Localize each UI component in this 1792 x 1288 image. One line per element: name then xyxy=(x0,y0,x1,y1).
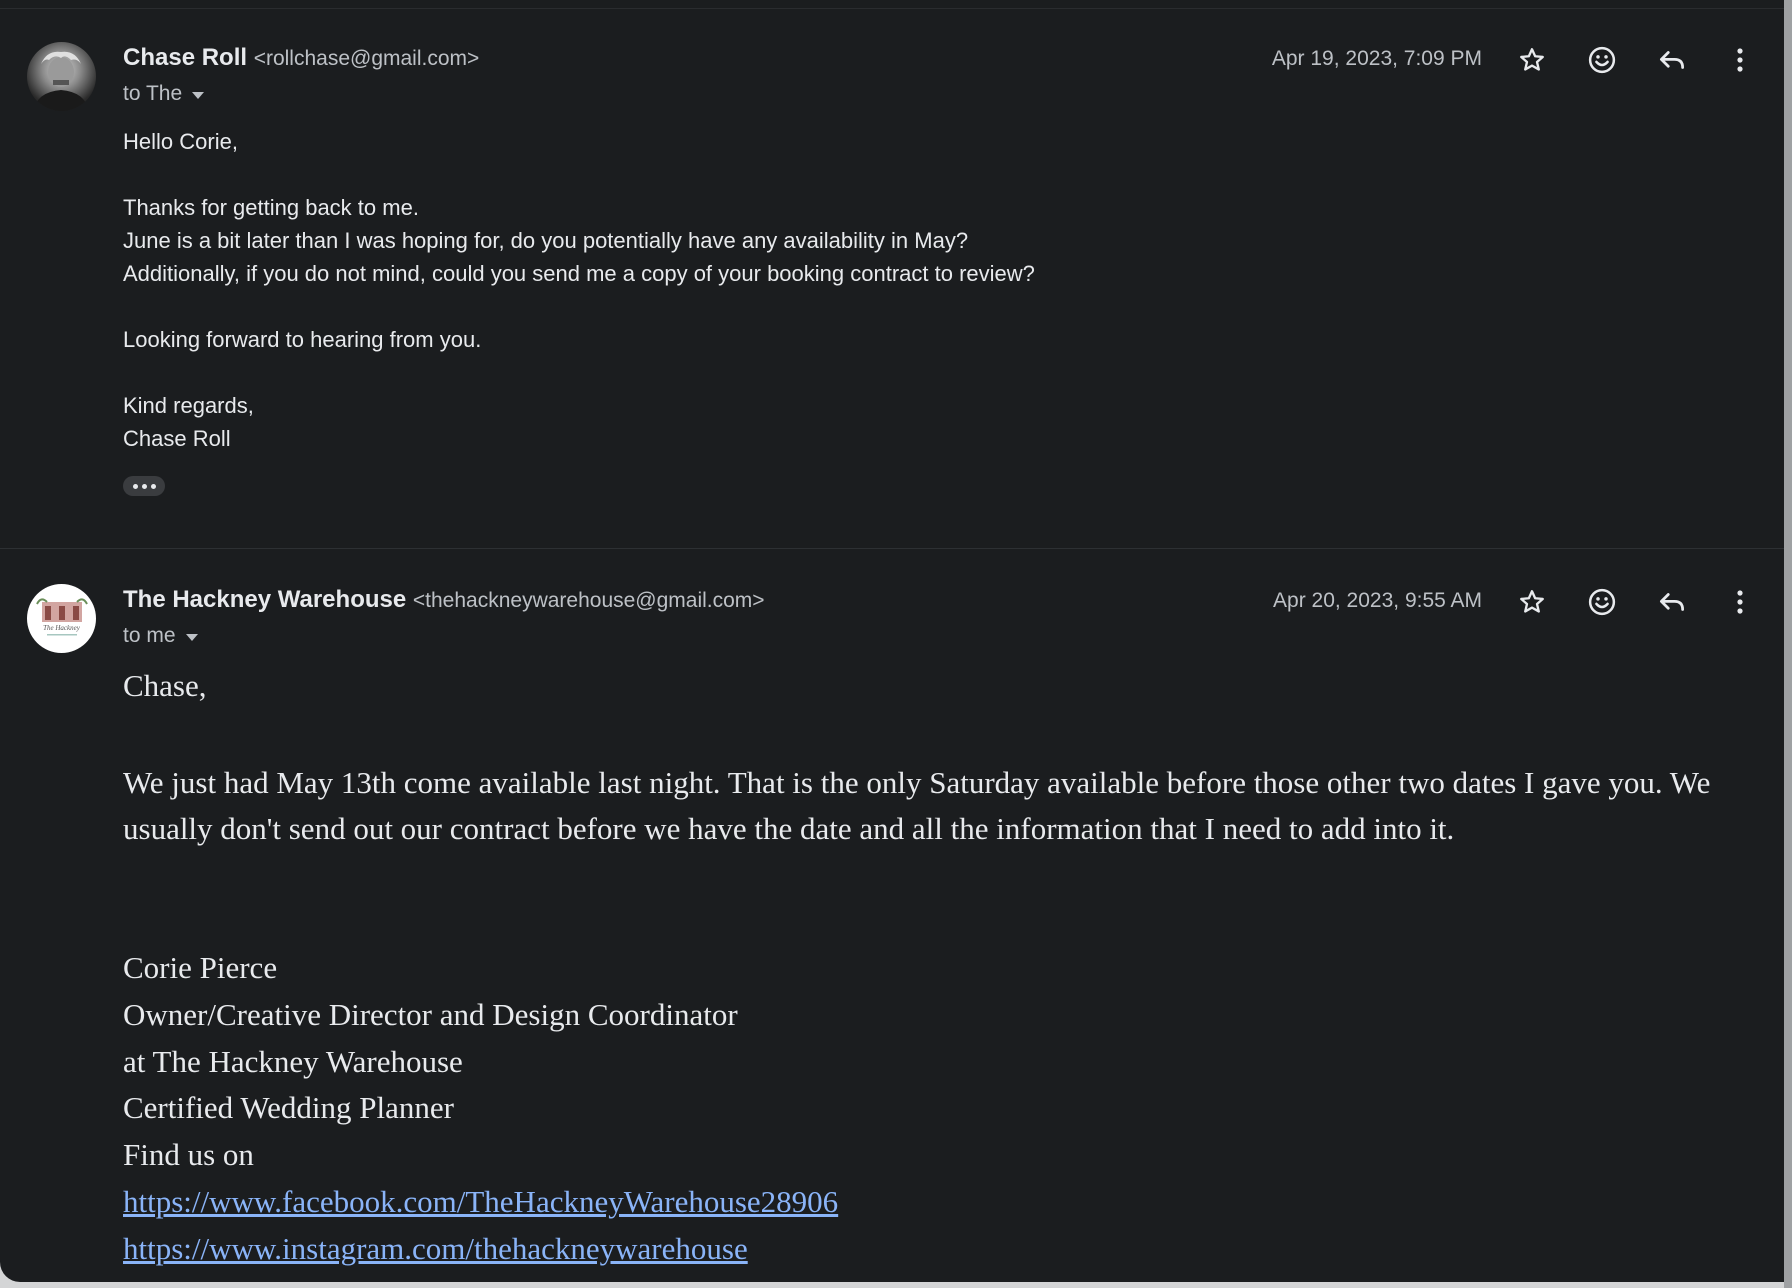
star-icon xyxy=(1520,590,1544,613)
signature-find-us: Find us on xyxy=(123,1137,254,1173)
signature-company: at The Hackney Warehouse xyxy=(123,1043,463,1079)
email-thread: Chase Roll <rollchase@gmail.com> to The … xyxy=(0,0,1784,1282)
message-body: Hello Corie, Thanks for getting back to … xyxy=(123,125,1035,455)
person-photo-icon xyxy=(33,51,89,111)
more-vert-icon xyxy=(1737,590,1743,614)
star-button[interactable] xyxy=(1515,43,1549,77)
message-divider xyxy=(0,548,1784,549)
sender-email: <rollchase@gmail.com> xyxy=(253,47,480,70)
recipient-details[interactable]: to me xyxy=(123,624,198,648)
chevron-down-icon[interactable] xyxy=(192,92,205,99)
hackney-logo-icon: The Hackney xyxy=(36,598,88,636)
body-closing: Kind regards, xyxy=(123,393,254,418)
body-greeting: Hello Corie, xyxy=(123,129,238,154)
emoji-react-button[interactable] xyxy=(1585,585,1619,619)
body-paragraph: We just had May 13th come available last… xyxy=(123,765,1711,846)
more-vert-icon xyxy=(1737,48,1743,72)
top-divider xyxy=(0,8,1784,9)
body-line: June is a bit later than I was hoping fo… xyxy=(123,228,969,253)
body-line: Thanks for getting back to me. xyxy=(123,195,419,220)
sender-email: <thehackneywarehouse@gmail.com> xyxy=(412,589,765,612)
recipient-label: to me xyxy=(123,624,176,647)
emoji-react-icon xyxy=(1588,588,1616,616)
email-signature: Corie Pierce Owner/Creative Director and… xyxy=(123,945,838,1273)
sender-name[interactable]: The Hackney Warehouse xyxy=(123,586,406,613)
signature-title: Owner/Creative Director and Design Coord… xyxy=(123,996,738,1032)
chevron-down-icon[interactable] xyxy=(185,634,198,641)
recipient-label: to The xyxy=(123,82,183,105)
sender-line: Chase Roll <rollchase@gmail.com> xyxy=(123,44,479,72)
more-options-button[interactable] xyxy=(1723,43,1757,77)
sender-name[interactable]: Chase Roll xyxy=(123,44,247,71)
reply-button[interactable] xyxy=(1655,43,1689,77)
star-button[interactable] xyxy=(1515,585,1549,619)
facebook-link[interactable]: https://www.facebook.com/TheHackneyWareh… xyxy=(123,1184,838,1219)
sender-avatar[interactable]: The Hackney xyxy=(27,584,96,653)
show-trimmed-content-icon xyxy=(132,483,138,489)
reply-icon xyxy=(1660,593,1684,611)
svg-text:The Hackney: The Hackney xyxy=(43,624,81,632)
recipient-details[interactable]: to The xyxy=(123,82,205,106)
sender-avatar[interactable] xyxy=(27,42,96,111)
reply-button[interactable] xyxy=(1655,585,1689,619)
sender-line: The Hackney Warehouse <thehackneywarehou… xyxy=(123,586,765,614)
body-line: Looking forward to hearing from you. xyxy=(123,327,482,352)
message-date: Apr 19, 2023, 7:09 PM xyxy=(1271,47,1482,70)
scrollbar[interactable] xyxy=(1784,0,1792,1288)
more-options-button[interactable] xyxy=(1723,585,1757,619)
emoji-react-icon xyxy=(1588,46,1616,74)
body-greeting: Chase, xyxy=(123,668,207,703)
instagram-link[interactable]: https://www.instagram.com/thehackneyware… xyxy=(123,1231,748,1266)
emoji-react-button[interactable] xyxy=(1585,43,1619,77)
signature-certification: Certified Wedding Planner xyxy=(123,1090,454,1126)
body-line: Additionally, if you do not mind, could … xyxy=(123,261,1035,286)
body-signature: Chase Roll xyxy=(123,426,231,451)
star-icon xyxy=(1520,48,1544,71)
reply-icon xyxy=(1660,51,1684,69)
show-trimmed-content-button[interactable] xyxy=(123,476,165,496)
message-date: Apr 20, 2023, 9:55 AM xyxy=(1273,589,1482,612)
signature-name: Corie Pierce xyxy=(123,950,278,985)
